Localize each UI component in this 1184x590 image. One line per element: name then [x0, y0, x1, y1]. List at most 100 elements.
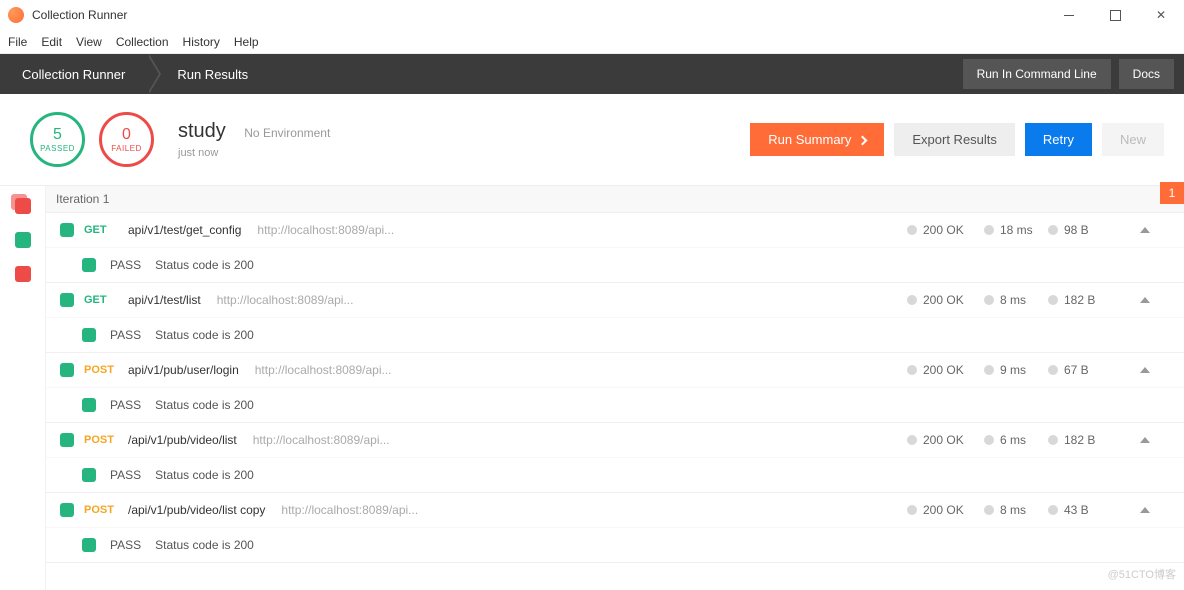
collapse-icon[interactable] — [1140, 367, 1150, 373]
passed-counter: 5 PASSED — [30, 112, 85, 167]
failed-counter: 0 FAILED — [99, 112, 154, 167]
run-summary-button[interactable]: Run Summary — [750, 123, 884, 156]
gutter-fail-icon[interactable] — [15, 266, 31, 282]
request-row[interactable]: POST/api/v1/pub/video/list http://localho… — [46, 423, 1184, 493]
status-square-icon — [60, 223, 74, 237]
status-square-icon — [82, 538, 96, 552]
request-path: /api/v1/pub/video/list copy — [128, 503, 265, 517]
collapse-icon[interactable] — [1140, 297, 1150, 303]
request-url: http://localhost:8089/api... — [281, 503, 418, 517]
collapse-icon[interactable] — [1140, 227, 1150, 233]
dot-icon — [984, 435, 994, 445]
new-button[interactable]: New — [1102, 123, 1164, 156]
gutter-pass-icon[interactable] — [15, 232, 31, 248]
assertion-row: PASSStatus code is 200 — [46, 527, 1184, 562]
results-panel: Iteration 1 GETapi/v1/test/get_confightt… — [45, 186, 1184, 590]
assertion-row: PASSStatus code is 200 — [46, 387, 1184, 422]
run-time: just now — [178, 147, 330, 159]
http-method: POST — [84, 504, 118, 516]
http-method: POST — [84, 434, 118, 446]
dot-icon — [907, 225, 917, 235]
status-square-icon — [82, 258, 96, 272]
chevron-right-icon — [858, 136, 868, 146]
run-command-line-button[interactable]: Run In Command Line — [963, 59, 1111, 89]
dot-icon — [1048, 435, 1058, 445]
status-square-icon — [60, 363, 74, 377]
collapse-icon[interactable] — [1140, 507, 1150, 513]
menu-collection[interactable]: Collection — [116, 35, 169, 49]
assertion-text: Status code is 200 — [155, 258, 254, 272]
request-row[interactable]: GETapi/v1/test/listhttp://localhost:8089… — [46, 283, 1184, 353]
environment-name: No Environment — [244, 126, 330, 140]
request-path: /api/v1/pub/video/list — [128, 433, 237, 447]
dot-icon — [984, 505, 994, 515]
status-square-icon — [82, 468, 96, 482]
breadcrumb-run-results[interactable]: Run Results — [147, 54, 270, 94]
menu-history[interactable]: History — [183, 35, 220, 49]
dot-icon — [907, 365, 917, 375]
window-title: Collection Runner — [32, 8, 127, 22]
dot-icon — [984, 295, 994, 305]
breadcrumb-bar: Collection Runner Run Results Run In Com… — [0, 54, 1184, 94]
http-method: GET — [84, 294, 118, 306]
request-url: http://localhost:8089/api... — [257, 223, 394, 237]
dot-icon — [907, 505, 917, 515]
dot-icon — [1048, 505, 1058, 515]
retry-button[interactable]: Retry — [1025, 123, 1092, 156]
status-square-icon — [60, 293, 74, 307]
collection-name: study — [178, 120, 226, 142]
pass-label: PASS — [110, 398, 141, 412]
menu-edit[interactable]: Edit — [41, 35, 62, 49]
request-row[interactable]: POST api/v1/pub/user/login http://localhos… — [46, 353, 1184, 423]
pass-label: PASS — [110, 258, 141, 272]
request-row[interactable]: GET api/v1/test/get_config http://localhos… — [46, 213, 1184, 283]
pass-label: PASS — [110, 328, 141, 342]
close-button[interactable] — [1138, 0, 1184, 30]
request-meta: 200 OK18 ms98 B — [907, 223, 1170, 237]
request-path: api/v1/test/list — [128, 293, 201, 307]
run-summary-header: 5 PASSED 0 FAILED study No Environment j… — [0, 94, 1184, 186]
request-meta: 200 OK8 ms182 B — [907, 293, 1170, 307]
pass-label: PASS — [110, 538, 141, 552]
menu-view[interactable]: View — [76, 35, 102, 49]
maximize-button[interactable] — [1092, 0, 1138, 30]
dot-icon — [984, 365, 994, 375]
assertion-row: PASS Status code is 200 — [46, 317, 1184, 352]
dot-icon — [1048, 225, 1058, 235]
request-path: api/v1/test/get_config — [128, 223, 241, 237]
dot-icon — [907, 295, 917, 305]
status-square-icon — [82, 398, 96, 412]
iteration-header: Iteration 1 — [46, 186, 1184, 213]
http-method: GET — [84, 224, 118, 236]
request-url: http://localhost:8089/api... — [253, 433, 390, 447]
minimize-button[interactable] — [1046, 0, 1092, 30]
titlebar: Collection Runner — [0, 0, 1184, 30]
menu-help[interactable]: Help — [234, 35, 259, 49]
http-method: POST — [84, 364, 118, 376]
request-meta: 200 OK9 ms67 B — [907, 363, 1170, 377]
docs-button[interactable]: Docs — [1119, 59, 1174, 89]
assertion-text: Status code is 200 — [155, 328, 254, 342]
window-controls — [1046, 0, 1184, 30]
request-meta: 200 OK8 ms43 B — [907, 503, 1170, 517]
pass-label: PASS — [110, 468, 141, 482]
request-url: http://localhost:8089/api... — [255, 363, 392, 377]
watermark: @51CTO博客 — [1108, 566, 1176, 582]
collapse-icon[interactable] — [1140, 437, 1150, 443]
menu-file[interactable]: File — [8, 35, 27, 49]
export-results-button[interactable]: Export Results — [894, 123, 1015, 156]
request-row[interactable]: POST/api/v1/pub/video/list copy http://lo… — [46, 493, 1184, 563]
status-square-icon — [82, 328, 96, 342]
menubar: File Edit View Collection History Help — [0, 30, 1184, 54]
status-square-icon — [60, 503, 74, 517]
iteration-badge[interactable]: 1 — [1160, 182, 1184, 204]
postman-logo-icon — [8, 7, 24, 23]
request-path: api/v1/pub/user/login — [128, 363, 239, 377]
dot-icon — [907, 435, 917, 445]
gutter-stack-icon[interactable] — [15, 198, 31, 214]
breadcrumb-collection-runner[interactable]: Collection Runner — [0, 54, 147, 94]
request-meta: 200 OK6 ms182 B — [907, 433, 1170, 447]
assertion-text: Status code is 200 — [155, 468, 254, 482]
dot-icon — [1048, 295, 1058, 305]
left-gutter — [0, 186, 45, 590]
